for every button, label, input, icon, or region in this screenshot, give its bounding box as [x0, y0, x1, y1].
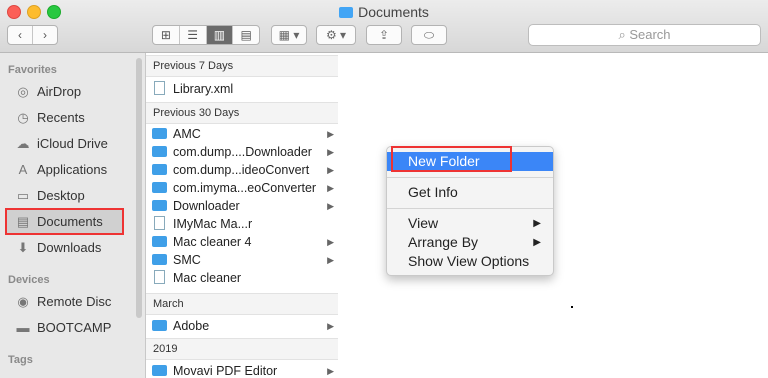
list-item[interactable]: Mac cleaner 4 ▶	[152, 233, 336, 251]
search-field[interactable]: ⌕ Search	[528, 24, 761, 46]
action-button[interactable]: ⚙ ▾	[316, 25, 356, 45]
documents-icon: ▤	[16, 214, 30, 229]
folder-icon	[152, 164, 167, 175]
chevron-right-icon: ▶	[327, 255, 334, 265]
folder-icon	[152, 236, 167, 247]
file-column-documents: Previous 7 Days Library.xml Previous 30 …	[146, 53, 339, 378]
folder-icon	[152, 146, 167, 157]
drive-icon: ▬	[16, 320, 30, 335]
list-item[interactable]: IMyMac Ma...r	[152, 215, 336, 233]
gallery-view-button[interactable]: ▤	[233, 26, 259, 44]
sidebar-item-airdrop[interactable]: ◎ AirDrop	[14, 81, 81, 103]
sidebar-item-remote-disc[interactable]: ◉ Remote Disc	[14, 291, 111, 313]
group-header: 2019	[146, 338, 338, 360]
sidebar-item-downloads[interactable]: ⬇ Downloads	[14, 237, 102, 259]
clock-icon: ◷	[17, 110, 29, 125]
folder-icon	[152, 254, 167, 265]
list-item[interactable]: Movavi PDF Editor ▶	[152, 362, 336, 378]
menu-item-show-view-options[interactable]: Show View Options	[387, 252, 553, 271]
back-forward-control: ‹ ›	[7, 25, 58, 45]
chevron-right-icon: ▶	[327, 201, 334, 211]
sidebar-item-desktop[interactable]: ▭ Desktop	[14, 185, 85, 207]
menu-item-view[interactable]: View ▶	[387, 214, 553, 233]
cursor-dot	[571, 306, 573, 308]
menu-separator	[387, 208, 553, 209]
disc-icon: ◉	[17, 294, 29, 309]
view-mode-control: ⊞ ☰ ▥ ▤	[152, 25, 260, 45]
icon-view-button[interactable]: ⊞	[153, 26, 180, 44]
download-icon: ⬇	[17, 240, 29, 255]
menu-separator	[387, 177, 553, 178]
document-icon	[154, 216, 165, 230]
back-button[interactable]: ‹	[8, 26, 33, 44]
submenu-arrow-icon: ▶	[533, 237, 541, 248]
folder-icon	[152, 365, 167, 376]
chevron-right-icon: ▶	[327, 147, 334, 157]
sidebar-item-applications[interactable]: A Applications	[14, 159, 107, 181]
list-item[interactable]: SMC ▶	[152, 251, 336, 269]
group-header: Previous 7 Days	[146, 55, 338, 77]
title-bar: Documents ‹ › ⊞ ☰ ▥ ▤ ▦ ▾ ⚙ ▾ ⇪ ⬭ ⌕ Sear…	[0, 0, 768, 53]
document-icon	[154, 81, 165, 95]
group-header: Previous 30 Days	[146, 102, 338, 124]
cloud-icon: ☁	[16, 136, 30, 151]
sidebar-item-documents[interactable]: ▤ Documents	[14, 211, 103, 233]
list-item[interactable]: Library.xml	[152, 80, 336, 98]
sidebar-item-icloud-drive[interactable]: ☁ iCloud Drive	[14, 133, 108, 155]
chevron-right-icon: ▶	[327, 321, 334, 331]
share-button[interactable]: ⇪	[366, 25, 402, 45]
file-column-edge	[750, 53, 768, 378]
document-icon	[154, 270, 165, 284]
chevron-right-icon: ▶	[327, 183, 334, 193]
favorites-header: Favorites	[8, 64, 57, 76]
folder-icon	[152, 320, 167, 331]
folder-icon	[152, 128, 167, 139]
chevron-right-icon: ▶	[327, 129, 334, 139]
new-folder-highlight	[391, 146, 512, 172]
forward-button[interactable]: ›	[33, 26, 57, 44]
submenu-arrow-icon: ▶	[533, 218, 541, 229]
list-item[interactable]: com.dump...ideoConvert ▶	[152, 161, 336, 179]
desktop-icon: ▭	[16, 188, 30, 203]
sidebar-scrollbar[interactable]	[136, 58, 142, 318]
list-item[interactable]: com.imyma...eoConverter ▶	[152, 179, 336, 197]
folder-icon	[339, 7, 354, 18]
chevron-right-icon: ▶	[327, 237, 334, 247]
chevron-right-icon: ▶	[327, 165, 334, 175]
sidebar-item-bootcamp[interactable]: ▬ BOOTCAMP	[14, 317, 112, 339]
tags-header: Tags	[8, 354, 33, 366]
menu-item-get-info[interactable]: Get Info	[387, 183, 553, 202]
list-item[interactable]: com.dump....Downloader ▶	[152, 143, 336, 161]
file-column-empty[interactable]	[556, 53, 751, 378]
airdrop-icon: ◎	[17, 84, 29, 99]
sidebar: Favorites ◎ AirDrop ◷ Recents ☁ iCloud Driv…	[0, 53, 146, 378]
arrange-button[interactable]: ▦ ▾	[271, 25, 307, 45]
magnifier-icon: ⌕	[618, 27, 630, 42]
tags-button[interactable]: ⬭	[411, 25, 447, 45]
search-placeholder: Search	[629, 27, 671, 42]
group-header: March	[146, 293, 338, 315]
list-item[interactable]: Mac cleaner	[152, 269, 336, 287]
list-item[interactable]: Adobe ▶	[152, 317, 336, 335]
window-title: Documents	[0, 4, 768, 20]
folder-icon	[152, 182, 167, 193]
chevron-right-icon: ▶	[327, 366, 334, 376]
menu-item-arrange-by[interactable]: Arrange By ▶	[387, 233, 553, 252]
list-item[interactable]: Downloader ▶	[152, 197, 336, 215]
folder-icon	[152, 200, 167, 211]
devices-header: Devices	[8, 274, 50, 286]
applications-icon: A	[18, 162, 28, 177]
list-view-button[interactable]: ☰	[180, 26, 207, 44]
list-item[interactable]: AMC ▶	[152, 125, 336, 143]
column-view-button[interactable]: ▥	[206, 26, 234, 44]
window-title-text: Documents	[358, 4, 429, 20]
sidebar-item-recents[interactable]: ◷ Recents	[14, 107, 84, 129]
